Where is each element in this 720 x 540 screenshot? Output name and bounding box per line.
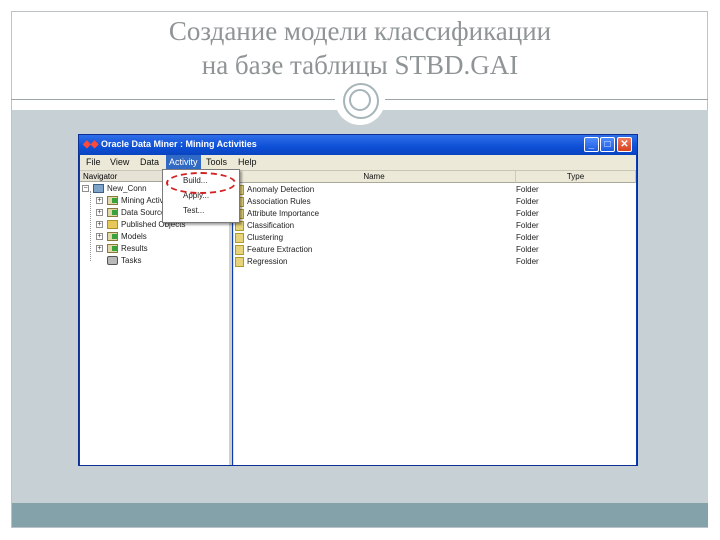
list-item-name: Feature Extraction — [247, 245, 313, 254]
tasks-icon — [107, 256, 118, 265]
collapse-toggle-icon[interactable]: − — [82, 185, 89, 192]
slide-footer-bar — [12, 503, 708, 527]
list-item[interactable]: Regression Folder — [233, 256, 636, 268]
expand-toggle-icon[interactable]: + — [96, 245, 103, 252]
list-item-type: Folder — [516, 197, 539, 206]
maximize-button[interactable]: □ — [600, 137, 615, 152]
folder-icon — [235, 233, 244, 243]
minimize-button[interactable]: _ — [584, 137, 599, 152]
tree-item-label: Models — [121, 232, 147, 241]
list-item-name: Regression — [247, 257, 288, 266]
tree-item-label: Tasks — [121, 256, 142, 265]
list-item-type: Folder — [516, 245, 539, 254]
circle-ornament-icon — [335, 75, 385, 125]
close-button[interactable]: ✕ — [617, 137, 632, 152]
expand-toggle-icon[interactable]: + — [96, 209, 103, 216]
connection-icon — [93, 184, 104, 193]
list-item[interactable]: Clustering Folder — [233, 232, 636, 244]
window-titlebar[interactable]: ◆◆ Oracle Data Miner : Mining Activities… — [79, 135, 637, 155]
results-icon — [107, 244, 118, 253]
folder-icon — [235, 257, 244, 267]
list-item-name: Classification — [247, 221, 295, 230]
menu-tools[interactable]: Tools — [203, 155, 230, 170]
expand-toggle-icon[interactable]: + — [96, 221, 103, 228]
oracle-app-icon: ◆◆ — [83, 139, 99, 150]
inner-ring — [349, 89, 371, 111]
menu-activity[interactable]: Activity — [166, 155, 201, 170]
list-item-type: Folder — [516, 209, 539, 218]
list-item-name: Clustering — [247, 233, 284, 242]
folder-icon — [235, 245, 244, 255]
menu-help[interactable]: Help — [235, 155, 260, 170]
window-title: Oracle Data Miner : Mining Activities — [101, 139, 257, 149]
list-item[interactable]: Feature Extraction Folder — [233, 244, 636, 256]
menu-item-test[interactable]: Test... — [163, 204, 237, 217]
published-objects-icon — [107, 220, 118, 229]
list-item-type: Folder — [516, 221, 539, 230]
mining-activities-icon — [107, 196, 118, 205]
column-header-type[interactable]: Type — [516, 171, 636, 183]
tree-item-label: Results — [121, 244, 148, 253]
data-sources-icon — [107, 208, 118, 217]
list-item-type: Folder — [516, 185, 539, 194]
list-item-type: Folder — [516, 233, 539, 242]
list-item[interactable]: Anomaly Detection Folder — [233, 184, 636, 196]
slide-title-line-1: Создание модели классификации — [168, 16, 552, 46]
tree-item-label: New_Conn — [107, 184, 147, 193]
list-item[interactable]: Classification Folder — [233, 220, 636, 232]
list-item-name: Attribute Importance — [247, 209, 320, 218]
list-item-name: Association Rules — [247, 197, 311, 206]
expand-toggle-icon[interactable]: + — [96, 233, 103, 240]
expand-toggle-icon[interactable]: + — [96, 197, 103, 204]
menu-view[interactable]: View — [107, 155, 132, 170]
list-item-name: Anomaly Detection — [247, 185, 315, 194]
red-dashed-highlight — [166, 172, 236, 194]
menu-file[interactable]: File — [83, 155, 104, 170]
column-header-name[interactable]: Name — [233, 171, 516, 183]
list-item[interactable]: Attribute Importance Folder — [233, 208, 636, 220]
list-item-type: Folder — [516, 257, 539, 266]
activities-list: Name Type Anomaly Detection Folder Assoc… — [233, 171, 636, 465]
tree-connector — [90, 191, 91, 261]
menu-data[interactable]: Data — [137, 155, 162, 170]
models-icon — [107, 232, 118, 241]
list-item[interactable]: Association Rules Folder — [233, 196, 636, 208]
